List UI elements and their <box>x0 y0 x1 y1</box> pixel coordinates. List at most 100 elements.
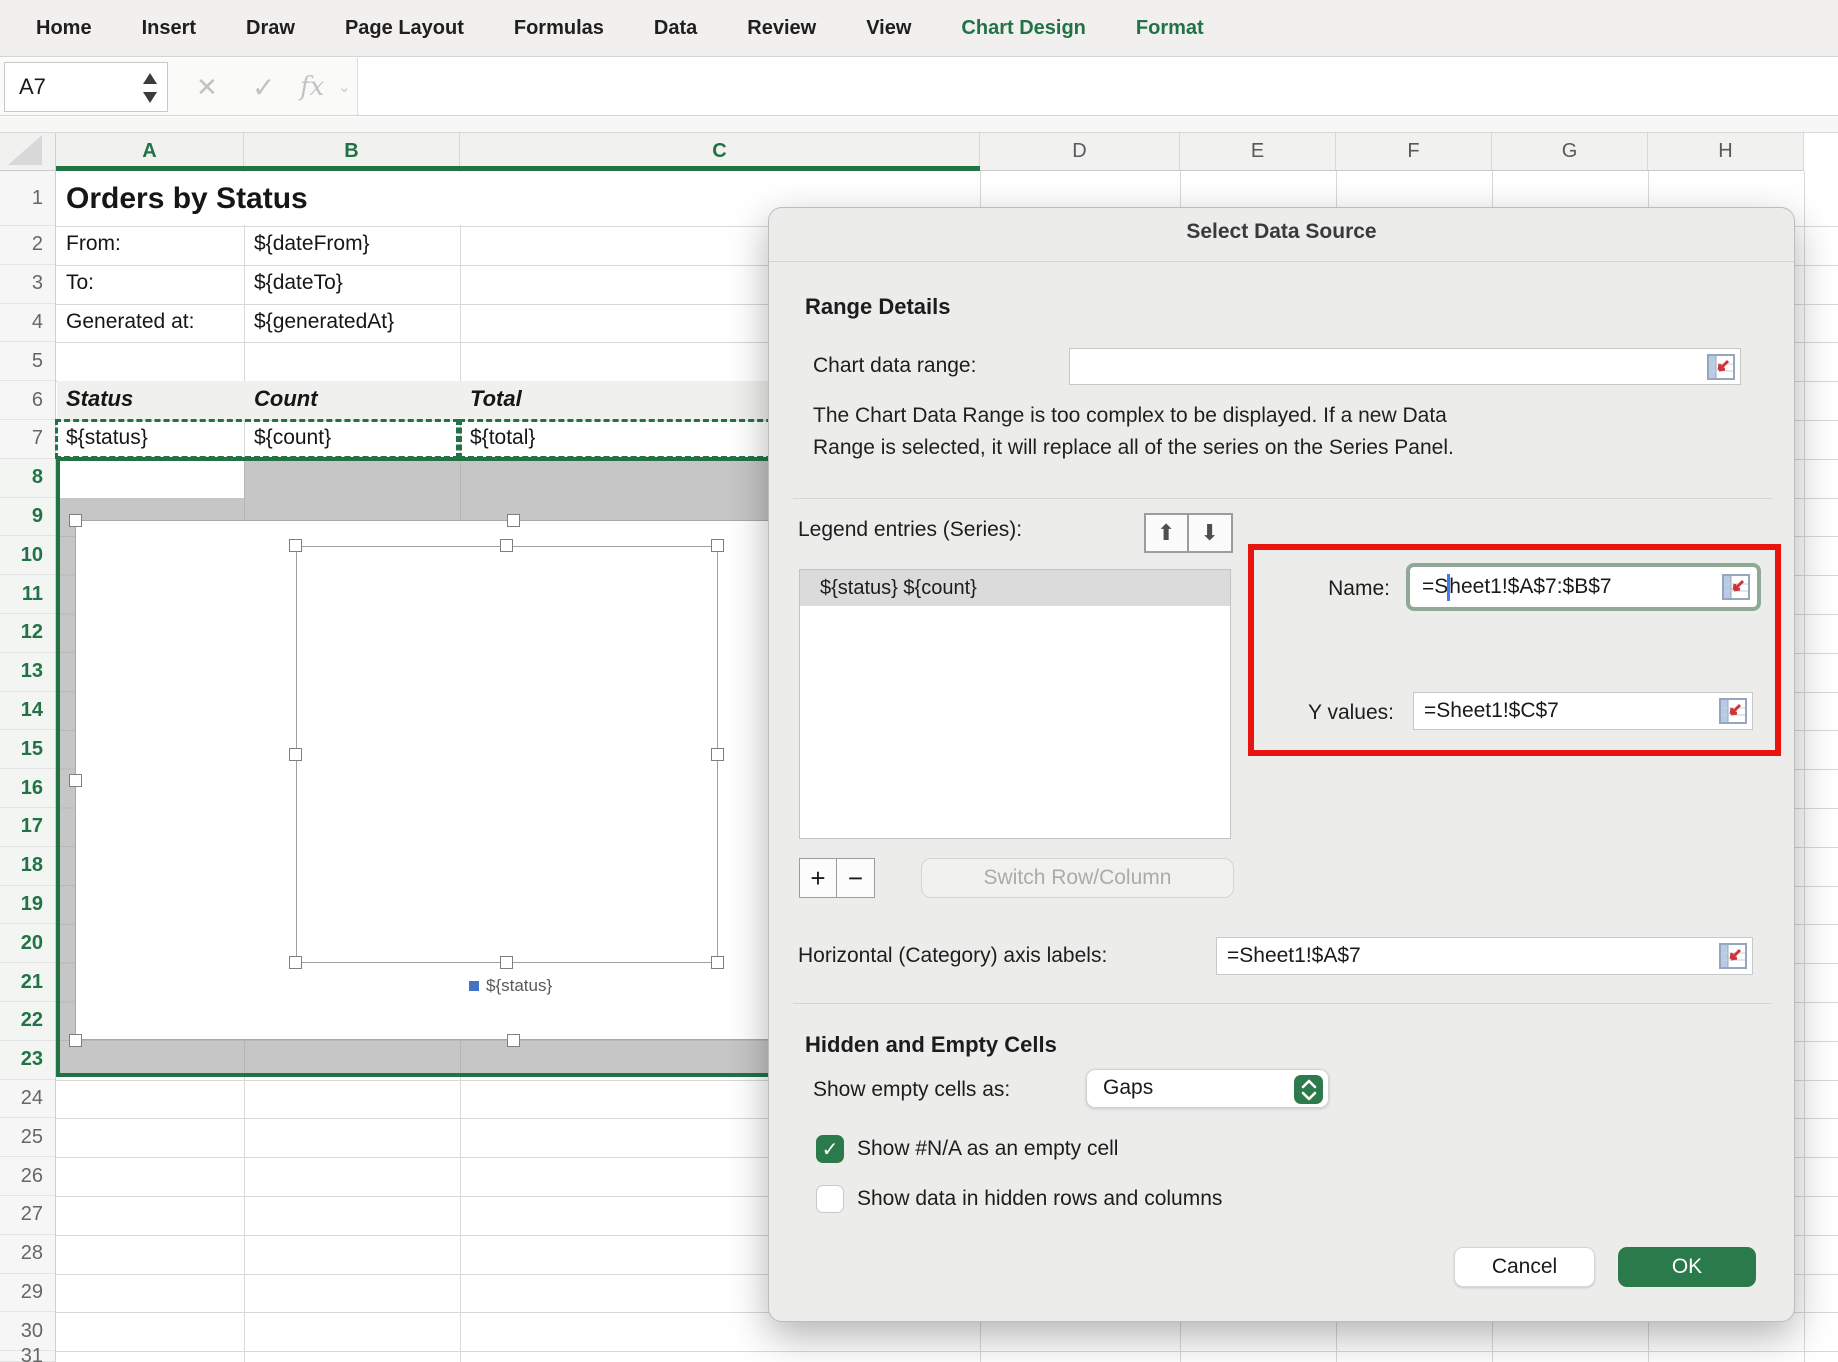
y-values-input[interactable]: =Sheet1!$C$7 <box>1413 692 1753 730</box>
chart-selection-handle[interactable] <box>69 514 82 527</box>
row-header-5[interactable]: 5 <box>0 342 55 381</box>
chart-selection-handle[interactable] <box>289 748 302 761</box>
show-hidden-data-checkbox[interactable] <box>816 1185 844 1213</box>
row-header-17[interactable]: 17 <box>0 808 55 847</box>
row-header-15[interactable]: 15 <box>0 730 55 769</box>
column-header-G[interactable]: G <box>1492 133 1648 171</box>
row-header-12[interactable]: 12 <box>0 614 55 653</box>
range-picker-icon[interactable] <box>1718 941 1748 971</box>
menu-data[interactable]: Data <box>654 17 697 40</box>
row-header-21[interactable]: 21 <box>0 963 55 1002</box>
range-picker-icon[interactable] <box>1721 572 1751 602</box>
formula-input[interactable] <box>357 58 1838 115</box>
row-header-20[interactable]: 20 <box>0 924 55 963</box>
cell-a6[interactable]: Status <box>66 386 133 412</box>
cell-a3[interactable]: To: <box>66 271 94 295</box>
row-header-19[interactable]: 19 <box>0 886 55 925</box>
confirm-entry-icon[interactable]: ✓ <box>252 58 275 116</box>
chart-selection-handle[interactable] <box>711 748 724 761</box>
show-hidden-data-label[interactable]: Show data in hidden rows and columns <box>857 1187 1222 1211</box>
name-box[interactable]: A7 <box>4 62 168 112</box>
chart-selection-handle[interactable] <box>500 539 513 552</box>
row-header-31[interactable]: 31 <box>0 1351 55 1362</box>
chart-selection-handle[interactable] <box>500 956 513 969</box>
cell-b6[interactable]: Count <box>254 386 318 412</box>
stepper-down-icon[interactable] <box>143 92 157 103</box>
row-header-27[interactable]: 27 <box>0 1196 55 1235</box>
row-header-6[interactable]: 6 <box>0 381 55 420</box>
row-header-18[interactable]: 18 <box>0 847 55 886</box>
row-header-1[interactable]: 1 <box>0 171 55 226</box>
chart-plot-area[interactable] <box>296 546 718 963</box>
chevron-down-icon[interactable]: ⌄ <box>338 58 351 116</box>
cell-b4[interactable]: ${generatedAt} <box>254 310 394 334</box>
dropdown-stepper-icon[interactable] <box>1294 1075 1323 1104</box>
chart-selection-handle[interactable] <box>289 539 302 552</box>
cell-a2[interactable]: From: <box>66 232 121 256</box>
range-picker-icon[interactable] <box>1706 352 1736 382</box>
row-header-10[interactable]: 10 <box>0 536 55 575</box>
row-header-14[interactable]: 14 <box>0 692 55 731</box>
row-header-24[interactable]: 24 <box>0 1080 55 1119</box>
switch-row-column-button[interactable]: Switch Row/Column <box>921 858 1234 898</box>
cancel-entry-icon[interactable]: ✕ <box>196 58 218 116</box>
add-series-button[interactable]: + <box>800 859 837 897</box>
column-header-F[interactable]: F <box>1336 133 1492 171</box>
menu-draw[interactable]: Draw <box>246 17 295 40</box>
move-up-button[interactable]: ⬆ <box>1146 515 1189 551</box>
cell-b2[interactable]: ${dateFrom} <box>254 232 370 256</box>
menu-format[interactable]: Format <box>1136 17 1204 40</box>
row-header-29[interactable]: 29 <box>0 1274 55 1313</box>
row-header-25[interactable]: 25 <box>0 1118 55 1157</box>
cell-a4[interactable]: Generated at: <box>66 310 194 334</box>
chart-data-range-input[interactable] <box>1069 348 1741 385</box>
menu-home[interactable]: Home <box>36 17 92 40</box>
move-down-button[interactable]: ⬇ <box>1189 515 1232 551</box>
row-header-28[interactable]: 28 <box>0 1235 55 1274</box>
chart-selection-handle[interactable] <box>711 956 724 969</box>
remove-series-button[interactable]: − <box>837 859 874 897</box>
menu-review[interactable]: Review <box>747 17 816 40</box>
cancel-button[interactable]: Cancel <box>1454 1247 1595 1287</box>
ok-button[interactable]: OK <box>1618 1247 1756 1287</box>
chart-selection-handle[interactable] <box>289 956 302 969</box>
row-header-7[interactable]: 7 <box>0 420 55 459</box>
column-header-H[interactable]: H <box>1648 133 1804 171</box>
chart-legend[interactable]: ${status} <box>469 976 552 996</box>
column-header-D[interactable]: D <box>980 133 1180 171</box>
name-box-stepper-icon[interactable] <box>141 70 159 106</box>
menu-formulas[interactable]: Formulas <box>514 17 604 40</box>
row-header-4[interactable]: 4 <box>0 304 55 343</box>
chart-selection-handle[interactable] <box>69 1034 82 1047</box>
series-list-item[interactable]: ${status} ${count} <box>800 570 1230 606</box>
row-header-8[interactable]: 8 <box>0 459 55 498</box>
row-header-2[interactable]: 2 <box>0 226 55 265</box>
cell-b3[interactable]: ${dateTo} <box>254 271 343 295</box>
menu-chart-design[interactable]: Chart Design <box>961 17 1085 40</box>
show-empty-cells-dropdown[interactable]: Gaps <box>1086 1069 1329 1108</box>
series-list[interactable]: ${status} ${count} <box>799 569 1231 839</box>
select-all-corner[interactable] <box>0 133 56 171</box>
series-name-input[interactable]: =Sheet1!$A$7:$B$7 <box>1406 563 1761 611</box>
row-header-9[interactable]: 9 <box>0 498 55 537</box>
show-na-label[interactable]: Show #N/A as an empty cell <box>857 1137 1118 1161</box>
sheet-title-cell[interactable]: Orders by Status <box>66 182 308 216</box>
chart-selection-handle[interactable] <box>507 1034 520 1047</box>
row-header-26[interactable]: 26 <box>0 1157 55 1196</box>
cell-c6[interactable]: Total <box>470 386 522 412</box>
row-header-3[interactable]: 3 <box>0 265 55 304</box>
insert-function-icon[interactable]: fx <box>300 58 324 116</box>
menu-insert[interactable]: Insert <box>142 17 196 40</box>
chart-selection-handle[interactable] <box>69 774 82 787</box>
row-header-22[interactable]: 22 <box>0 1002 55 1041</box>
menu-view[interactable]: View <box>866 17 911 40</box>
row-header-16[interactable]: 16 <box>0 769 55 808</box>
row-header-11[interactable]: 11 <box>0 575 55 614</box>
column-header-E[interactable]: E <box>1180 133 1336 171</box>
menu-page-layout[interactable]: Page Layout <box>345 17 464 40</box>
row-header-13[interactable]: 13 <box>0 653 55 692</box>
range-picker-icon[interactable] <box>1718 696 1748 726</box>
axis-labels-input[interactable]: =Sheet1!$A$7 <box>1216 937 1753 975</box>
row-header-23[interactable]: 23 <box>0 1041 55 1080</box>
chart-selection-handle[interactable] <box>507 514 520 527</box>
